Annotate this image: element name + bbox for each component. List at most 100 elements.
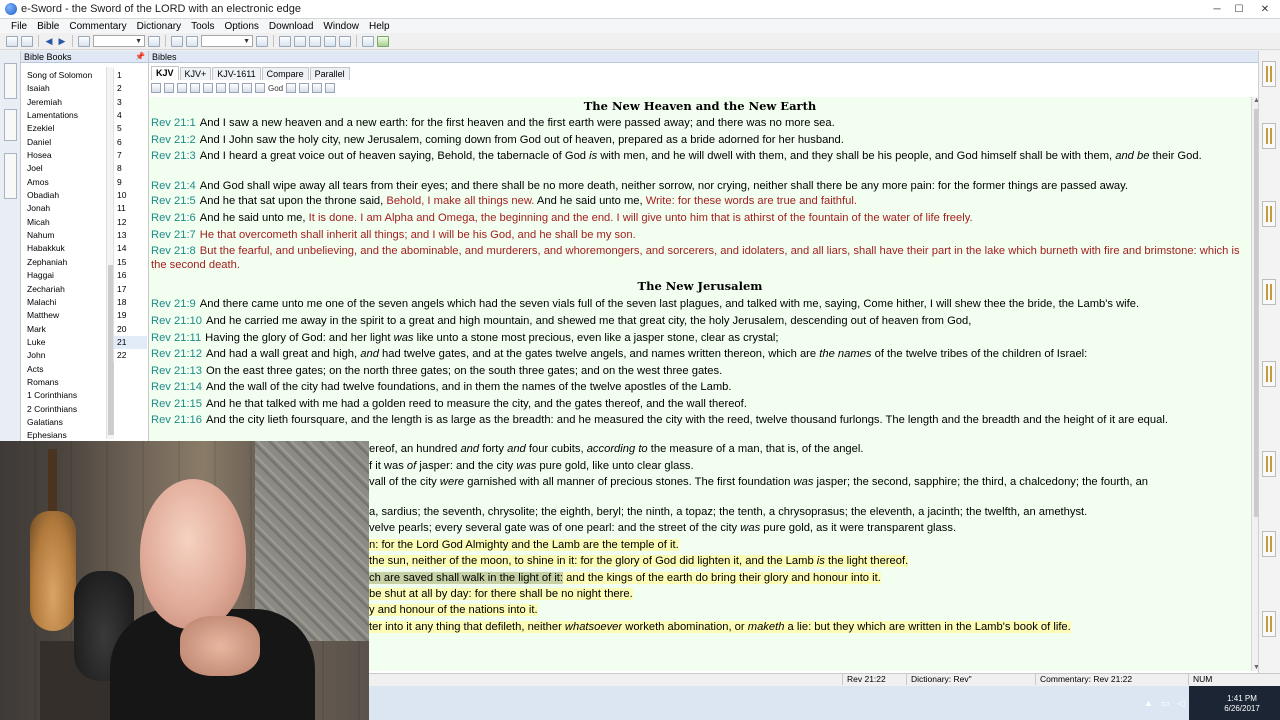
book-item[interactable]: Isaiah [24,82,106,95]
chapter-item[interactable]: 8 [114,162,147,175]
verse-ref[interactable]: Rev 21:15 [151,398,202,410]
verse-ref[interactable]: Rev 21:6 [151,212,196,224]
book-item[interactable]: Daniel [24,136,106,149]
book-item[interactable]: 1 Corinthians [24,389,106,402]
book-item[interactable]: Obadiah [24,189,106,202]
pin-icon[interactable]: 📌 [135,51,148,62]
chapter-item[interactable]: 10 [114,189,147,202]
book-item[interactable]: Nahum [24,229,106,242]
book-item[interactable]: Zechariah [24,283,106,296]
taskbar-clock[interactable]: 1:41 PM 6/26/2017 [1222,694,1262,714]
dock-tool-tab[interactable] [1262,61,1276,87]
print-icon[interactable] [6,35,18,47]
layout-4-icon[interactable] [324,35,336,47]
menu-commentary[interactable]: Commentary [64,21,131,32]
format-icon[interactable] [256,35,268,47]
eraser-icon[interactable] [186,35,198,47]
chapter-item[interactable]: 13 [114,229,147,242]
chapter-item[interactable]: 19 [114,309,147,322]
chapter-item[interactable]: 9 [114,176,147,189]
chapter-item[interactable]: 17 [114,283,147,296]
menu-options[interactable]: Options [219,21,263,32]
highlighter-icon[interactable] [255,83,265,93]
back-icon[interactable] [312,83,323,93]
dock-tool-tab[interactable] [1262,451,1276,477]
chapter-item[interactable]: 18 [114,296,147,309]
copy-icon[interactable] [216,83,226,93]
dock-tool-tab[interactable] [1262,611,1276,637]
search-binoculars-icon[interactable] [78,35,90,47]
chapter-item[interactable]: 7 [114,149,147,162]
menu-bible[interactable]: Bible [32,21,64,32]
book-item[interactable]: Micah [24,216,106,229]
book-item[interactable]: Lamentations [24,109,106,122]
verse-ref[interactable]: Rev 21:11 [151,332,201,344]
menu-dictionary[interactable]: Dictionary [132,21,186,32]
close-button[interactable]: ✕ [1250,0,1280,19]
menu-download[interactable]: Download [264,21,318,32]
search-combo[interactable]: ▼ [93,35,145,47]
copy-icon[interactable] [21,35,33,47]
tray-volume-icon[interactable]: ◁ [1173,698,1188,709]
page-icon[interactable] [203,83,213,93]
chapter-item[interactable]: 2 [114,82,147,95]
forward-icon[interactable] [325,83,336,93]
verse-ref[interactable]: Rev 21:7 [151,229,196,241]
layout-2-icon[interactable] [294,35,306,47]
chapter-item[interactable]: 3 [114,96,147,109]
tab-kjv-1611[interactable]: KJV-1611 [212,67,261,80]
dock-tool-tab[interactable] [1262,531,1276,557]
verse-ref[interactable]: Rev 21:12 [151,348,202,360]
book-item[interactable]: Song of Solomon [24,69,106,82]
verse-ref[interactable]: Rev 21:2 [151,134,196,146]
book-item[interactable]: Ezekiel [24,122,106,135]
taskbar-app-area[interactable] [369,686,1189,720]
layout-3-icon[interactable] [309,35,321,47]
verse-ref[interactable]: Rev 21:9 [151,298,196,310]
verse-ref[interactable]: Rev 21:13 [151,365,202,377]
book-item[interactable]: Haggai [24,269,106,282]
verse-ref[interactable]: Rev 21:1 [151,117,196,129]
chapter-item[interactable]: 1 [114,69,147,82]
book-item[interactable]: Zephaniah [24,256,106,269]
image-icon[interactable] [362,35,374,47]
book-item[interactable]: Joel [24,162,106,175]
maximize-button[interactable]: ☐ [1228,0,1250,19]
dock-tab-1[interactable] [4,63,17,99]
chapter-item[interactable]: 15 [114,256,147,269]
book-item[interactable]: Galatians [24,416,106,429]
tray-network-icon[interactable]: ▭ [1157,698,1174,709]
chapter-item[interactable]: 6 [114,136,147,149]
layout-icon[interactable] [299,83,310,93]
verse-ref[interactable]: Rev 21:16 [151,414,202,426]
binoculars-icon[interactable] [177,83,187,93]
verse-ref[interactable]: Rev 21:8 [151,245,196,257]
menu-help[interactable]: Help [364,21,395,32]
menu-window[interactable]: Window [318,21,364,32]
chapter-item[interactable]: 11 [114,202,147,215]
zoom-icon[interactable] [286,83,297,93]
book-item[interactable]: Jonah [24,202,106,215]
verse-ref[interactable]: Rev 21:4 [151,180,196,192]
tray-up-arrow-icon[interactable]: ▲ [1140,698,1157,708]
highlight-icon[interactable] [171,35,183,47]
book-item[interactable]: John [24,349,106,362]
dock-tab-3[interactable] [4,153,17,199]
print-icon[interactable] [164,83,174,93]
verse-ref[interactable]: Rev 21:3 [151,150,196,162]
verse-ref[interactable]: Rev 21:5 [151,195,196,207]
edit-icon[interactable] [151,83,161,93]
verse-ref[interactable]: Rev 21:10 [151,315,202,327]
copy-verse-icon[interactable] [229,83,239,93]
book-item[interactable]: Mark [24,323,106,336]
book-item[interactable]: Luke [24,336,106,349]
tab-compare[interactable]: Compare [261,67,309,80]
dock-tool-tab[interactable] [1262,361,1276,387]
forward-arrow-icon[interactable]: ▶ [57,36,67,47]
book-item[interactable]: Romans [24,376,106,389]
dock-tool-tab[interactable] [1262,123,1276,149]
highlight-combo[interactable]: ▼ [201,35,253,47]
notes-icon[interactable] [242,83,252,93]
map-icon[interactable] [377,35,389,47]
font-selector[interactable]: God [268,84,283,93]
